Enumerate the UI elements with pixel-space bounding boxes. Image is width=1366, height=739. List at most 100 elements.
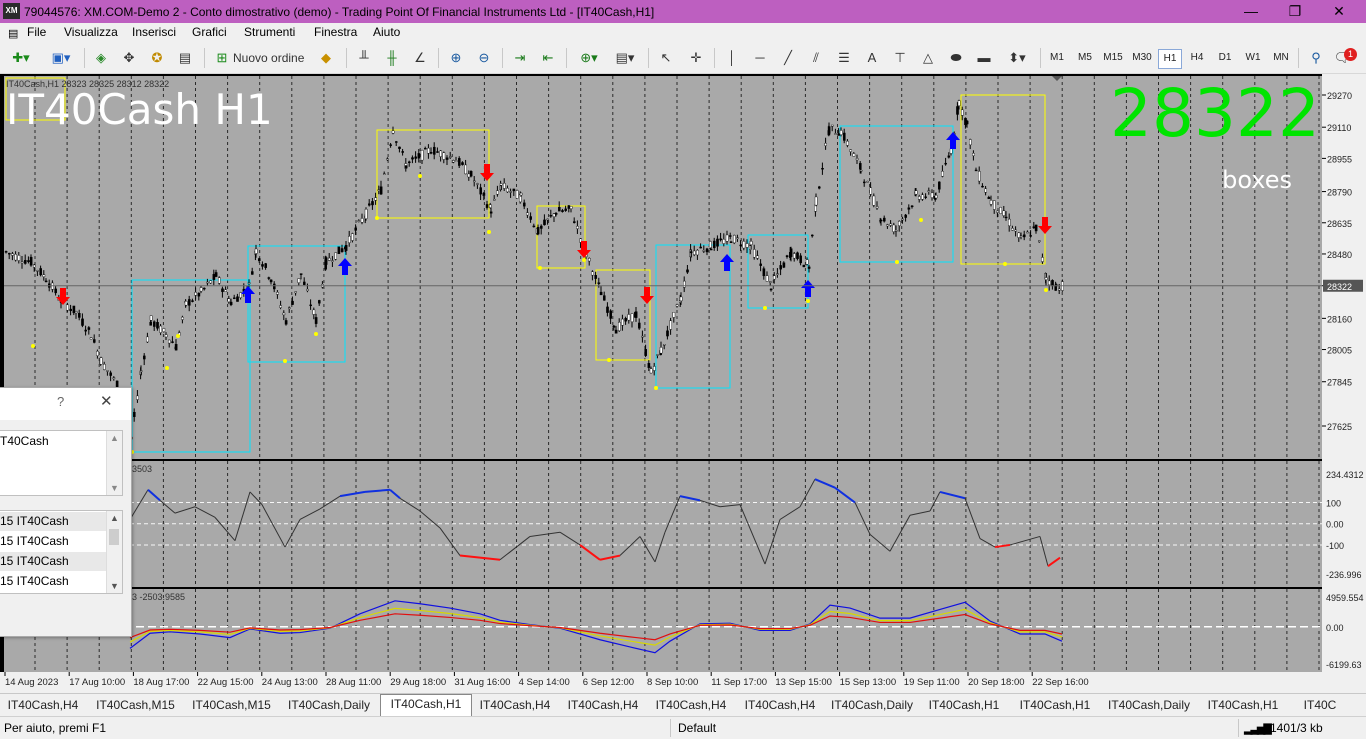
candle-body: [974, 169, 978, 172]
new-order-icon[interactable]: ⊞: [214, 48, 230, 68]
tab-item[interactable]: IT40Cash,Daily: [826, 696, 918, 714]
line-chart-icon[interactable]: ∠: [410, 48, 430, 68]
tab-item[interactable]: IT40Cash,Daily: [1102, 696, 1196, 714]
restore-icon[interactable]: ❐: [1272, 1, 1318, 22]
candle-body: [386, 158, 389, 161]
new-order-button[interactable]: Nuovo ordine: [233, 48, 309, 68]
rectangle-icon[interactable]: ▬: [974, 48, 994, 68]
arrows-icon[interactable]: ⬍▾: [1002, 48, 1032, 68]
menu-window[interactable]: Finestra: [314, 25, 357, 39]
tf-m1[interactable]: M1: [1046, 49, 1068, 67]
menu-view[interactable]: Visualizza: [64, 25, 118, 39]
menu-tools[interactable]: Strumenti: [244, 25, 295, 39]
scroll-up-icon[interactable]: ▲: [107, 431, 122, 443]
data-window-icon[interactable]: ✪: [148, 48, 166, 68]
tf-d1[interactable]: D1: [1214, 49, 1236, 67]
profiles-icon[interactable]: ▣▾: [48, 48, 74, 68]
tf-w1[interactable]: W1: [1242, 49, 1264, 67]
tab-item[interactable]: IT40Cash,H4: [472, 696, 558, 714]
price-chart[interactable]: IT40Cash,H1 28323 28325 28312 28322IT40C…: [0, 74, 1366, 692]
chart-shift-icon[interactable]: ⇥: [510, 48, 530, 68]
tab-item[interactable]: IT40Cash,H1: [1198, 696, 1288, 714]
close-icon[interactable]: ✕: [1316, 1, 1362, 22]
document-icon[interactable]: ▤: [8, 27, 18, 40]
tab-item[interactable]: IT40Cash,H1: [380, 694, 472, 716]
terminal-icon[interactable]: ▤: [176, 48, 194, 68]
tf-m30[interactable]: M30: [1129, 49, 1155, 67]
help-icon[interactable]: ?: [57, 394, 64, 409]
list-item[interactable]: 15 IT40Cash: [0, 572, 106, 591]
candle-body: [799, 255, 802, 264]
tf-h1[interactable]: H1: [1158, 49, 1182, 69]
scrollbar[interactable]: ▲ ▼: [106, 431, 122, 495]
list-item[interactable]: 15 IT40Cash: [0, 532, 106, 551]
horizontal-line-icon[interactable]: ─: [750, 48, 770, 68]
scrollbar[interactable]: ▲ ▼: [106, 511, 122, 593]
tf-m5[interactable]: M5: [1074, 49, 1096, 67]
tab-item[interactable]: IT40C: [1290, 696, 1350, 714]
tab-item[interactable]: IT40Cash,H1: [1010, 696, 1100, 714]
text-tool-icon[interactable]: A: [862, 48, 882, 68]
templates-icon[interactable]: ▤▾: [610, 48, 640, 68]
tab-item[interactable]: IT40Cash,M15: [185, 696, 278, 714]
candle-body: [927, 190, 931, 192]
navigator-icon[interactable]: ✥: [120, 48, 138, 68]
tab-item[interactable]: IT40Cash,H4: [648, 696, 734, 714]
tf-mn[interactable]: MN: [1270, 49, 1292, 67]
candle-body: [476, 183, 479, 185]
tf-m15[interactable]: M15: [1100, 49, 1126, 67]
candle-body: [612, 325, 616, 328]
list-item[interactable]: 15 IT40Cash: [0, 552, 106, 571]
bar-chart-icon[interactable]: ╨: [354, 48, 374, 68]
autoscroll-icon[interactable]: ⇤: [538, 48, 558, 68]
history-list[interactable]: 15 IT40Cash 15 IT40Cash 15 IT40Cash 15 I…: [0, 510, 123, 594]
menu-charts[interactable]: Grafici: [192, 25, 227, 39]
fibonacci-icon[interactable]: ☰: [834, 48, 854, 68]
equidistant-channel-icon[interactable]: ⫽: [806, 48, 826, 68]
dialog-close-icon[interactable]: ✕: [100, 392, 113, 410]
zoom-in-icon[interactable]: ⊕: [446, 48, 466, 68]
tab-item[interactable]: IT40Cash,H4: [736, 696, 824, 714]
time-label: 17 Aug 10:00: [69, 677, 125, 688]
candle-body: [449, 156, 452, 158]
tab-item[interactable]: IT40Cash,H1: [920, 696, 1008, 714]
tab-item[interactable]: IT40Cash,H4: [0, 696, 86, 714]
autotrading-icon[interactable]: ◆: [316, 48, 336, 68]
candlestick-icon[interactable]: ╫: [382, 48, 402, 68]
scroll-up-icon[interactable]: ▲: [107, 511, 122, 523]
tab-item[interactable]: IT40Cash,H4: [560, 696, 646, 714]
minimize-icon[interactable]: —: [1228, 1, 1274, 22]
tab-item[interactable]: IT40Cash,Daily: [280, 696, 378, 714]
candle-body: [309, 304, 313, 307]
search-icon[interactable]: ⚲: [1306, 48, 1326, 68]
trendline-icon[interactable]: ╱: [778, 48, 798, 68]
menu-file[interactable]: File: [27, 25, 46, 39]
new-chart-icon[interactable]: ✚▾: [8, 48, 34, 68]
text-label-icon[interactable]: ⊤: [890, 48, 910, 68]
candle-body: [709, 248, 713, 251]
cursor-icon[interactable]: ↖: [656, 48, 676, 68]
scroll-thumb[interactable]: [109, 529, 119, 545]
scroll-down-icon[interactable]: ▼: [107, 581, 122, 591]
indicators-icon[interactable]: ⊕▾: [574, 48, 604, 68]
vertical-line-icon[interactable]: │: [722, 48, 742, 68]
price-axis-label: 29110: [1327, 123, 1351, 133]
chart-window[interactable]: IT40Cash,H1 28323 28325 28312 28322 IT40C…: [0, 74, 1366, 692]
tab-item[interactable]: IT40Cash,M15: [88, 696, 183, 714]
triangle-icon[interactable]: △: [918, 48, 938, 68]
candle-body: [558, 207, 561, 212]
scroll-down-icon[interactable]: ▼: [107, 483, 122, 493]
zoom-out-icon[interactable]: ⊖: [474, 48, 494, 68]
list-item[interactable]: 15 IT40Cash: [0, 512, 106, 531]
ellipse-icon[interactable]: ⬬: [946, 48, 966, 68]
indicator-1-axis-label: 234.4312: [1326, 470, 1364, 480]
candle-body: [279, 305, 283, 308]
candle-body: [436, 151, 439, 153]
market-watch-icon[interactable]: ◈: [92, 48, 110, 68]
symbol-name[interactable]: T40Cash: [0, 432, 106, 451]
tf-h4[interactable]: H4: [1186, 49, 1208, 67]
symbol-list[interactable]: T40Cash ▲ ▼: [0, 430, 123, 496]
menu-help[interactable]: Aiuto: [373, 25, 400, 39]
menu-insert[interactable]: Inserisci: [132, 25, 176, 39]
crosshair-icon[interactable]: ✛: [686, 48, 706, 68]
